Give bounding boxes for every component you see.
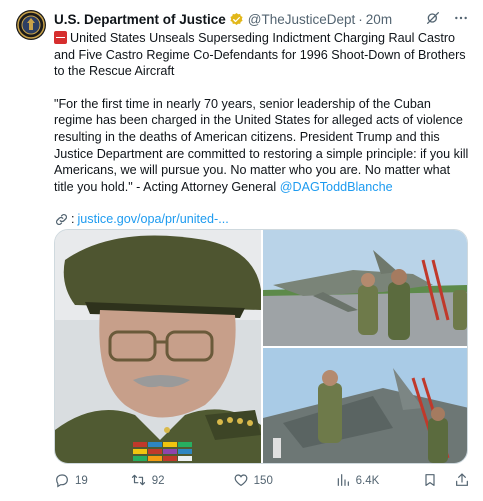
share-icon[interactable] bbox=[454, 472, 470, 491]
reply-icon bbox=[54, 472, 70, 491]
repost-button[interactable]: 92 bbox=[130, 472, 233, 491]
user-handle[interactable]: @TheJusticeDept bbox=[248, 12, 356, 27]
display-name[interactable]: U.S. Department of Justice bbox=[54, 12, 226, 27]
link-icon bbox=[54, 212, 69, 227]
photo-portrait[interactable] bbox=[55, 230, 261, 463]
bookmark-icon[interactable] bbox=[422, 472, 438, 491]
action-bar: 19 92 150 6.4K bbox=[54, 469, 470, 493]
like-button[interactable]: 150 bbox=[233, 472, 335, 491]
repost-icon bbox=[130, 472, 147, 491]
grok-icon[interactable] bbox=[425, 10, 441, 29]
repost-count: 92 bbox=[151, 475, 165, 487]
headline-text: United States Unseals Superseding Indict… bbox=[54, 31, 466, 79]
doj-seal-icon bbox=[17, 11, 45, 39]
views-button[interactable]: 6.4K bbox=[335, 472, 422, 491]
verified-badge-icon bbox=[229, 12, 244, 27]
like-count: 150 bbox=[253, 475, 273, 487]
timestamp[interactable]: 20m bbox=[366, 12, 392, 27]
separator-dot: · bbox=[358, 11, 363, 27]
tweet-header: U.S. Department of Justice @TheJusticeDe… bbox=[54, 9, 469, 29]
tweet-headline: United States Unseals Superseding Indict… bbox=[54, 30, 472, 80]
more-icon[interactable] bbox=[453, 10, 469, 29]
reply-count: 19 bbox=[75, 475, 88, 487]
tweet-quote: "For the first time in nearly 70 years, … bbox=[54, 96, 472, 196]
red-badge-icon bbox=[54, 31, 67, 44]
article-link[interactable]: justice.gov/opa/pr/united-... bbox=[78, 211, 229, 228]
media-grid[interactable] bbox=[54, 229, 468, 464]
avatar[interactable] bbox=[16, 10, 46, 40]
like-icon bbox=[233, 472, 249, 491]
quote-text: "For the first time in nearly 70 years, … bbox=[54, 96, 469, 194]
link-prefix: : bbox=[71, 212, 75, 227]
mention-link[interactable]: @DAGToddBlanche bbox=[280, 180, 393, 194]
views-icon bbox=[335, 472, 351, 491]
photo-jets-tarmac[interactable] bbox=[263, 230, 467, 346]
reply-button[interactable]: 19 bbox=[54, 472, 130, 491]
link-line: : justice.gov/opa/pr/united-... bbox=[54, 211, 472, 228]
view-count: 6.4K bbox=[355, 475, 380, 487]
photo-jet-cockpit[interactable] bbox=[263, 348, 467, 463]
tweet-body: United States Unseals Superseding Indict… bbox=[54, 30, 472, 228]
